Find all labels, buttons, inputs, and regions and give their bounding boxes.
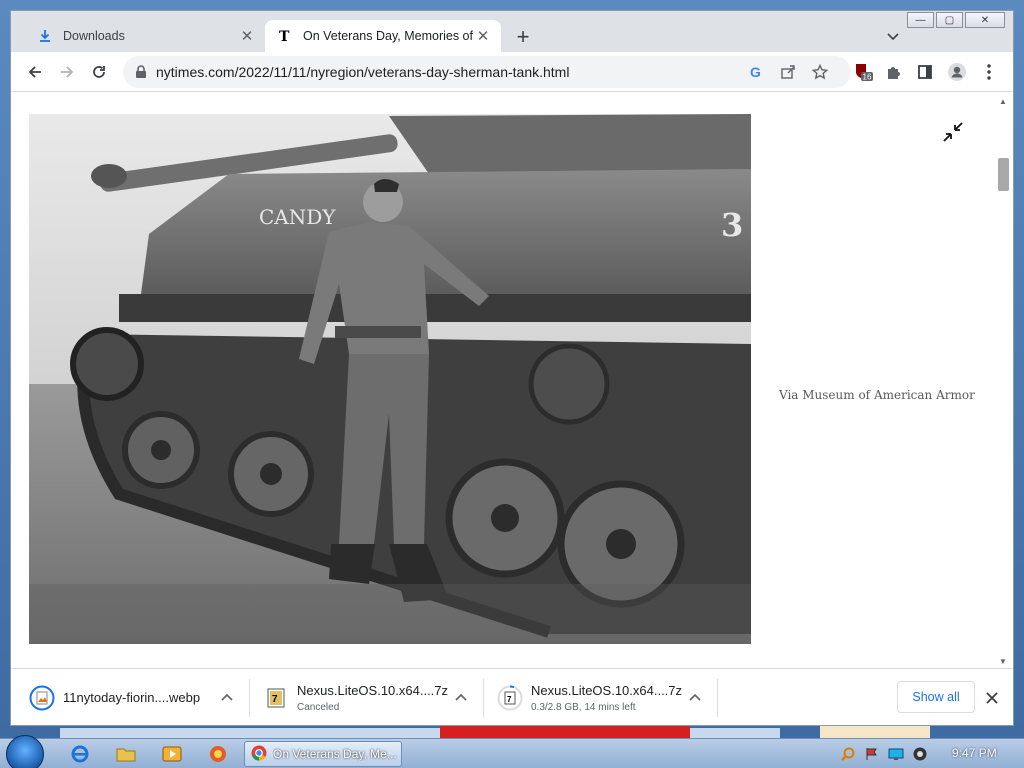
download-options-chevron-icon[interactable] [219, 689, 235, 705]
svg-text:G: G [750, 64, 761, 80]
page-scrollbar[interactable]: ▲ ▼ [994, 92, 1013, 668]
download-bar: 11nytoday-fiorin....webp 7 Nexus.LiteOS.… [11, 668, 1013, 725]
download-item[interactable]: 7 Nexus.LiteOS.10.x64....7z 0.3/2.8 GB, … [497, 669, 682, 726]
download-options-chevron-icon[interactable] [687, 689, 703, 705]
extensions-puzzle-icon[interactable] [879, 58, 907, 86]
download-filename: Nexus.LiteOS.10.x64....7z [531, 682, 683, 698]
taskbar-clock: 9:47 PM [952, 746, 997, 760]
forward-button[interactable] [53, 58, 81, 86]
nytimes-icon: T [277, 28, 293, 44]
tank-number-marking: 3 [721, 206, 743, 244]
lock-icon[interactable] [133, 64, 149, 80]
close-window-button[interactable]: ✕ [965, 12, 1005, 28]
tab-title: Downloads [63, 29, 125, 43]
extension-ublock-icon[interactable]: 16 [849, 58, 877, 86]
tab-search-chevron-icon[interactable] [883, 27, 903, 47]
reload-button[interactable] [85, 58, 113, 86]
svg-text:7: 7 [507, 695, 512, 704]
scroll-down-arrow-icon[interactable]: ▼ [999, 657, 1007, 666]
side-panel-icon[interactable] [911, 58, 939, 86]
archive-file-in-progress-icon: 7 [497, 684, 523, 711]
url-text: nytimes.com/2022/11/11/nyregion/veterans… [156, 64, 570, 80]
tank-name-marking: CANDY [259, 205, 336, 229]
new-tab-button[interactable]: + [511, 24, 535, 49]
file-explorer-icon[interactable] [106, 742, 146, 766]
download-filename: Nexus.LiteOS.10.x64....7z [297, 682, 449, 698]
tab-downloads[interactable]: Downloads ✕ [25, 20, 265, 52]
browser-toolbar: nytimes.com/2022/11/11/nyregion/veterans… [11, 52, 1013, 92]
window-controls: — ▢ ✕ [905, 12, 1005, 28]
show-all-downloads-button[interactable]: Show all [897, 681, 975, 713]
volume-tray-icon[interactable] [912, 746, 928, 762]
image-file-icon [29, 685, 55, 711]
scroll-up-arrow-icon[interactable]: ▲ [999, 97, 1007, 106]
download-item[interactable]: 11nytoday-fiorin....webp [29, 669, 200, 726]
flag-tray-icon[interactable] [864, 746, 880, 762]
close-download-bar-icon[interactable] [981, 687, 1003, 709]
app-icon[interactable] [198, 742, 238, 766]
display-tray-icon[interactable] [888, 746, 904, 762]
download-separator [483, 679, 484, 717]
download-status: 0.3/2.8 GB, 14 mins left [531, 701, 636, 713]
start-button[interactable] [6, 735, 44, 768]
maximize-window-button[interactable]: ▢ [936, 12, 963, 28]
profile-avatar-icon[interactable] [943, 58, 971, 86]
archive-file-icon: 7 [263, 685, 289, 711]
extension-badge: 16 [863, 73, 872, 82]
chrome-menu-icon[interactable] [975, 58, 1003, 86]
page-content: CANDY 3 Via Museum of American Armor ▲ ▼ [11, 92, 1013, 668]
browser-window: Downloads ✕ T On Veterans Day, Memories … [10, 10, 1014, 726]
windows-taskbar: On Veterans Day, Me... 9:47 PM [0, 735, 1024, 768]
download-options-chevron-icon[interactable] [453, 689, 469, 705]
close-tab-icon[interactable]: ✕ [239, 28, 255, 45]
taskbar-chrome-window[interactable]: On Veterans Day, Me... [244, 741, 402, 767]
download-item[interactable]: 7 Nexus.LiteOS.10.x64....7z Canceled [263, 669, 448, 726]
download-separator [717, 679, 718, 717]
share-icon[interactable] [777, 61, 799, 83]
svg-text:T: T [279, 29, 290, 44]
tab-nytimes-article[interactable]: T On Veterans Day, Memories of D ✕ [265, 20, 501, 52]
tab-title: On Veterans Day, Memories of D [303, 29, 475, 43]
chrome-icon [251, 745, 267, 764]
download-separator [249, 679, 250, 717]
google-translate-icon[interactable]: G [745, 61, 767, 83]
close-tab-icon[interactable]: ✕ [475, 28, 491, 45]
address-bar[interactable]: nytimes.com/2022/11/11/nyregion/veterans… [123, 56, 851, 88]
scroll-thumb[interactable] [998, 158, 1009, 191]
system-tray [840, 744, 936, 764]
svg-text:7: 7 [272, 694, 278, 705]
media-player-icon[interactable] [152, 742, 192, 766]
photo-credit-caption: Via Museum of American Armor [779, 388, 975, 402]
minimize-window-button[interactable]: — [907, 12, 934, 28]
taskbar-window-label: On Veterans Day, Me... [273, 747, 397, 761]
search-tray-icon[interactable] [840, 746, 856, 762]
download-icon [37, 28, 53, 44]
tab-strip: Downloads ✕ T On Veterans Day, Memories … [11, 11, 1013, 52]
internet-explorer-icon[interactable] [60, 742, 100, 766]
back-button[interactable] [21, 58, 49, 86]
download-filename: 11nytoday-fiorin....webp [63, 690, 201, 705]
article-photo-soldier-with-tank[interactable]: CANDY 3 [29, 114, 751, 644]
download-status: Canceled [297, 701, 340, 713]
bookmark-star-icon[interactable] [809, 61, 831, 83]
exit-fullscreen-icon[interactable] [941, 120, 965, 144]
